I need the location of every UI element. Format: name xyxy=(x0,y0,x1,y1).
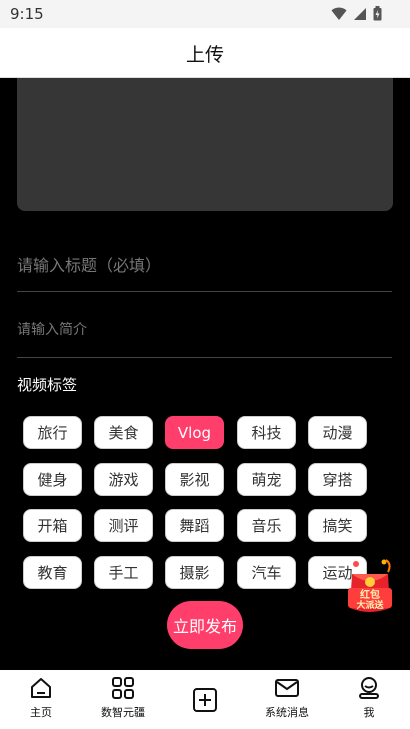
bottom-tab-bar: 主页 数智元疆 系统消息 我 xyxy=(0,670,410,729)
tags-label: 视频标签 xyxy=(17,376,78,394)
mail-icon xyxy=(275,679,299,697)
video-preview-area[interactable] xyxy=(17,78,393,211)
publish-button[interactable]: 立即发布 xyxy=(167,601,243,649)
red-packet-promo-icon[interactable]: 红包 大派送 xyxy=(346,558,394,616)
battery-icon xyxy=(373,6,382,21)
tag-item-selected[interactable]: Vlog xyxy=(165,416,224,449)
tab-shuzhi-label: 数智元疆 xyxy=(101,706,145,719)
grid-icon xyxy=(112,677,134,699)
wifi-icon xyxy=(331,7,347,20)
tag-item[interactable]: 穿搭 xyxy=(308,463,367,496)
tab-me-label: 我 xyxy=(363,706,375,719)
page-title: 上传 xyxy=(185,44,224,66)
tag-item[interactable]: 动漫 xyxy=(308,416,367,449)
tag-item[interactable]: 影视 xyxy=(165,463,224,496)
status-icons xyxy=(331,6,382,21)
title-input[interactable] xyxy=(17,240,392,292)
tab-home[interactable]: 主页 xyxy=(0,670,82,729)
tag-item[interactable]: 美食 xyxy=(94,416,153,449)
tag-item[interactable]: 汽车 xyxy=(237,556,296,589)
tag-item[interactable]: 科技 xyxy=(237,416,296,449)
tag-item[interactable]: 测评 xyxy=(94,509,153,542)
tag-item[interactable]: 音乐 xyxy=(237,509,296,542)
tag-item[interactable]: 游戏 xyxy=(94,463,153,496)
signal-icon xyxy=(354,7,366,20)
tag-item[interactable]: 开箱 xyxy=(23,509,82,542)
home-icon xyxy=(31,678,51,698)
title-bar: 上传 xyxy=(0,28,410,78)
tag-item[interactable]: 萌宠 xyxy=(237,463,296,496)
tab-home-label: 主页 xyxy=(30,706,52,719)
tag-item[interactable]: 手工 xyxy=(94,556,153,589)
add-icon xyxy=(193,687,217,712)
tag-item[interactable]: 健身 xyxy=(23,463,82,496)
tag-item[interactable]: 旅行 xyxy=(23,416,82,449)
promo-text-bottom: 大派送 xyxy=(356,599,384,611)
tab-messages[interactable]: 系统消息 xyxy=(246,670,328,729)
status-bar: 9:15 xyxy=(0,0,410,28)
promo-text-top: 红包 xyxy=(360,588,380,601)
tab-me[interactable]: 我 xyxy=(328,670,410,729)
tag-item[interactable]: 搞笑 xyxy=(308,509,367,542)
status-time: 9:15 xyxy=(10,5,44,23)
tab-shuzhi[interactable]: 数智元疆 xyxy=(82,670,164,729)
tag-item[interactable]: 摄影 xyxy=(165,556,224,589)
intro-input[interactable] xyxy=(17,302,392,358)
tag-item[interactable]: 舞蹈 xyxy=(165,509,224,542)
tab-add[interactable] xyxy=(164,670,246,729)
tab-messages-label: 系统消息 xyxy=(265,706,309,719)
profile-icon xyxy=(359,677,379,699)
tag-item[interactable]: 教育 xyxy=(23,556,82,589)
